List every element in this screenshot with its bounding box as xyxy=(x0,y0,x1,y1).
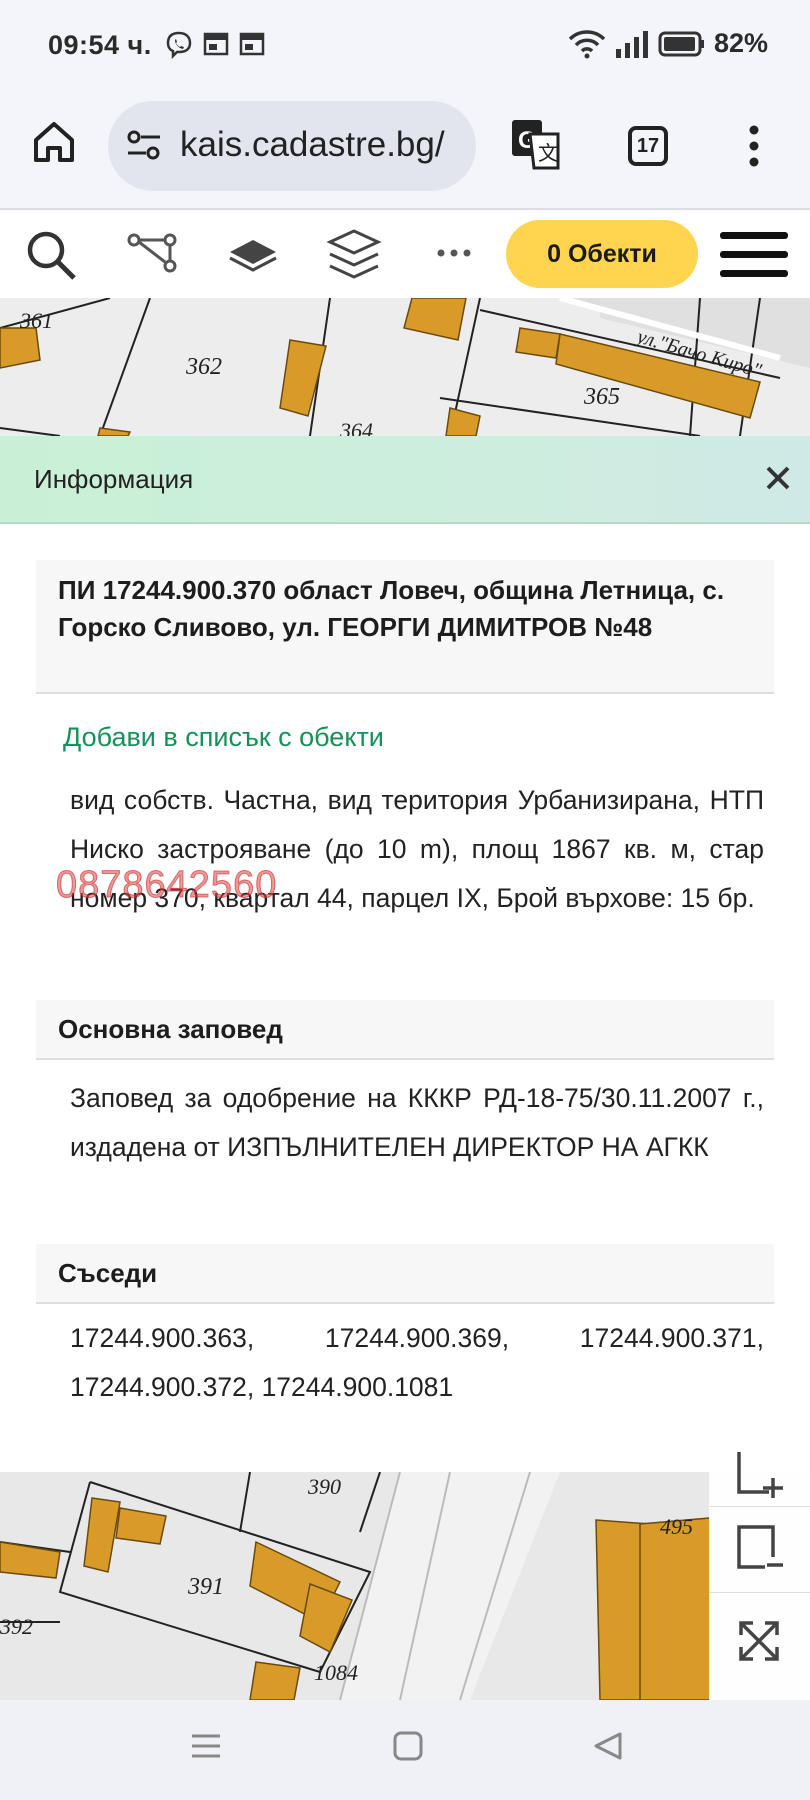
map-label: 365 xyxy=(583,384,620,410)
nav-menu-icon[interactable] xyxy=(190,1730,222,1762)
home-icon[interactable] xyxy=(30,118,78,166)
map-label: 362 xyxy=(185,354,222,380)
status-notification-icons xyxy=(164,30,266,60)
more-vert-icon[interactable] xyxy=(744,122,764,170)
map-label: 391 xyxy=(187,1574,224,1600)
svg-text:文: 文 xyxy=(538,141,558,165)
status-right-icons: 82% xyxy=(568,28,768,59)
wifi-icon xyxy=(568,29,606,58)
nav-home-icon[interactable] xyxy=(392,1730,424,1762)
calendar-icon xyxy=(239,32,265,56)
order-text: Заповед за одобрение на КККР РД-18-75/30… xyxy=(70,1083,764,1162)
system-nav-bar xyxy=(0,1700,810,1800)
battery-icon xyxy=(658,31,704,56)
zoom-out-area-icon xyxy=(737,1525,783,1569)
battery-percentage: 82% xyxy=(713,28,768,58)
layer-icon[interactable] xyxy=(226,228,280,278)
route-icon[interactable] xyxy=(124,228,180,278)
info-panel-body: ПИ 17244.900.370 област Ловеч, община Ле… xyxy=(0,524,810,1472)
add-to-objects-link[interactable]: Добави в списък с обекти xyxy=(63,722,384,753)
search-icon[interactable] xyxy=(24,228,78,282)
more-horiz-icon[interactable] xyxy=(436,248,472,258)
map-building xyxy=(249,1661,301,1700)
map-label: 1084 xyxy=(314,1660,358,1685)
signal-icon xyxy=(615,30,648,58)
site-settings-icon[interactable] xyxy=(126,129,162,161)
info-panel-header: Информация xyxy=(0,436,810,524)
tabs-counter-button[interactable]: 17 xyxy=(628,126,668,166)
fullscreen-icon xyxy=(739,1621,779,1661)
translate-icon[interactable]: G文 xyxy=(508,118,562,172)
calendar-icon xyxy=(203,32,229,56)
map-building xyxy=(639,1517,711,1700)
nav-back-icon[interactable] xyxy=(592,1730,624,1762)
address-bar[interactable]: kais.cadastre.bg/ xyxy=(108,101,476,191)
url-text: kais.cadastre.bg/ xyxy=(180,125,445,164)
objects-button[interactable]: 0 Обекти xyxy=(506,220,698,288)
status-time: 09:54 ч. xyxy=(48,30,152,60)
neighbors-text: 17244.900.363, 17244.900.369, 17244.900.… xyxy=(70,1323,764,1402)
status-bar: 09:54 ч. 82% xyxy=(0,0,810,92)
viber-icon xyxy=(166,31,192,60)
zoom-in-area-icon xyxy=(737,1452,783,1498)
layers-icon[interactable] xyxy=(326,228,382,280)
map-zoom-controls xyxy=(709,1452,810,1700)
property-title: ПИ 17244.900.370 област Ловеч, община Ле… xyxy=(36,560,774,694)
map-toolbar: 0 Обекти xyxy=(0,210,810,298)
zoom-out-area-button[interactable] xyxy=(709,1506,810,1592)
close-icon[interactable] xyxy=(762,462,794,494)
map-view-bottom[interactable]: 390 391 392 1084 495 xyxy=(0,1472,810,1700)
cadastral-map-top: 361 362 365 364 ул."Бачо Киро" xyxy=(0,298,810,436)
map-label: 364 xyxy=(339,418,373,436)
map-label: 495 xyxy=(660,1514,693,1539)
map-label: 392 xyxy=(0,1614,33,1639)
hamburger-icon[interactable] xyxy=(720,230,788,280)
map-label: 390 xyxy=(307,1474,341,1499)
cadastral-map-bottom: 390 391 392 1084 495 xyxy=(0,1472,810,1700)
info-panel-title: Информация xyxy=(34,464,194,494)
map-building xyxy=(515,327,561,359)
fullscreen-button[interactable] xyxy=(709,1592,810,1700)
map-view-top[interactable]: 361 362 365 364 ул."Бачо Киро" xyxy=(0,298,810,436)
neighbors-heading: Съседи xyxy=(36,1244,774,1304)
map-label: 361 xyxy=(19,308,53,333)
browser-toolbar: kais.cadastre.bg/ G文 17 xyxy=(0,92,810,208)
order-heading: Основна заповед xyxy=(36,1000,774,1060)
zoom-in-area-button[interactable] xyxy=(709,1438,810,1506)
watermark-phone: 0878642560 xyxy=(55,864,278,907)
